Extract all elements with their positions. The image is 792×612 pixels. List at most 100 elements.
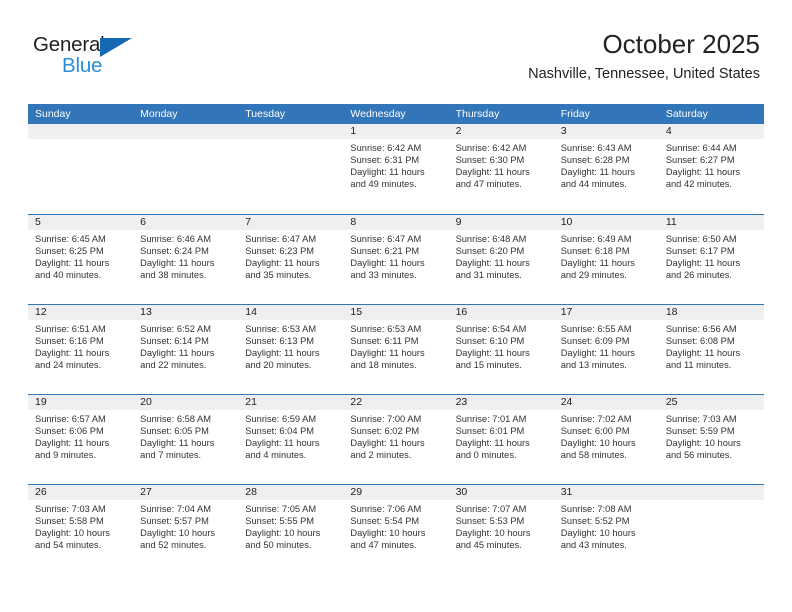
calendar-day-cell[interactable]: 11 Sunrise: 6:50 AM Sunset: 6:17 PM Dayligh… [658,215,764,304]
calendar-day-cell[interactable]: 31 Sunrise: 7:08 AM Sunset: 5:52 PM Dayligh… [553,485,659,574]
day-sun-info: Sunrise: 6:49 AM Sunset: 6:18 PM Daylight:… [554,230,659,281]
day-info-line: and 50 minutes. [245,540,312,551]
day-sun-info: Sunrise: 6:42 AM Sunset: 6:30 PM Daylight:… [449,139,554,190]
calendar-day-cell[interactable]: 6 Sunrise: 6:46 AM Sunset: 6:24 PM Daylight… [133,215,239,304]
day-sun-info: Sunrise: 6:57 AM Sunset: 6:06 PM Daylight:… [28,410,133,461]
calendar-day-cell[interactable]: 4 Sunrise: 6:44 AM Sunset: 6:27 PM Daylight… [658,124,764,214]
day-sun-info: Sunrise: 6:45 AM Sunset: 6:25 PM Daylight:… [28,230,133,281]
calendar-day-cell[interactable]: 19 Sunrise: 6:57 AM Sunset: 6:06 PM Dayligh… [28,395,134,484]
page-subtitle: Nashville, Tennessee, United States [528,66,760,82]
weekday-header-row: Sunday Monday Tuesday Wednesday Thursday Frid… [28,104,764,124]
day-number: 15 [343,305,449,320]
general-blue-logo: General Blue [33,34,153,80]
weekday-header-saturday: Saturday [665,108,708,120]
day-info-line: Sunrise: 6:48 AM [455,234,527,244]
calendar-day-cell[interactable]: 2 Sunrise: 6:42 AM Sunset: 6:30 PM Daylight… [448,124,554,214]
calendar-day-cell[interactable]: 24 Sunrise: 7:02 AM Sunset: 6:00 PM Dayligh… [553,395,659,484]
calendar-weeks: 1 Sunrise: 6:42 AM Sunset: 6:31 PM Daylight… [28,124,764,574]
calendar-day-cell[interactable]: 18 Sunrise: 6:56 AM Sunset: 6:08 PM Dayligh… [658,305,764,394]
day-number: 25 [658,395,764,410]
calendar-day-cell[interactable]: 9 Sunrise: 6:48 AM Sunset: 6:20 PM Daylight… [448,215,554,304]
calendar-day-cell[interactable]: 27 Sunrise: 7:04 AM Sunset: 5:57 PM Dayligh… [133,485,239,574]
day-info-line: Sunset: 6:24 PM [140,246,209,257]
day-number: 1 [343,124,449,139]
day-sun-info [133,139,238,142]
calendar-day-cell[interactable]: 28 Sunrise: 7:05 AM Sunset: 5:55 PM Dayligh… [238,485,344,574]
day-number: 23 [448,395,554,410]
calendar-day-cell[interactable]: 3 Sunrise: 6:43 AM Sunset: 6:28 PM Daylight… [553,124,659,214]
calendar-day-cell[interactable]: 10 Sunrise: 6:49 AM Sunset: 6:18 PM Dayligh… [553,215,659,304]
calendar-day-cell[interactable]: 29 Sunrise: 7:06 AM Sunset: 5:54 PM Dayligh… [343,485,449,574]
day-info-line: and 0 minutes. [455,450,517,461]
day-info-line: Sunrise: 6:56 AM [665,324,737,334]
calendar-day-cell[interactable]: 15 Sunrise: 6:53 AM Sunset: 6:11 PM Dayligh… [343,305,449,394]
calendar-day-cell[interactable]: 8 Sunrise: 6:47 AM Sunset: 6:21 PM Daylight… [343,215,449,304]
calendar-day-cell[interactable]: 1 Sunrise: 6:42 AM Sunset: 6:31 PM Daylight… [343,124,449,214]
day-number: 22 [343,395,449,410]
calendar-day-cell[interactable]: 30 Sunrise: 7:07 AM Sunset: 5:53 PM Dayligh… [448,485,554,574]
day-number: 21 [238,395,344,410]
day-info-line: Sunset: 6:30 PM [455,155,525,166]
day-info-line: and 26 minutes. [665,270,732,281]
day-info-line: Sunset: 6:01 PM [455,426,525,437]
day-info-line: Sunrise: 7:02 AM [560,414,632,424]
day-info-line: Sunset: 6:02 PM [350,426,420,437]
calendar-day-cell[interactable]: 7 Sunrise: 6:47 AM Sunset: 6:23 PM Daylight… [238,215,344,304]
weekday-header-tuesday: Tuesday [245,108,286,120]
day-info-line: Daylight: 11 hours [560,348,635,359]
page-title: October 2025 [602,29,760,59]
day-info-line: Sunrise: 7:04 AM [140,504,211,514]
day-info-line: and 20 minutes. [245,360,312,371]
day-sun-info: Sunrise: 7:01 AM Sunset: 6:01 PM Daylight:… [449,410,554,461]
day-info-line: and 47 minutes. [455,179,522,190]
day-sun-info: Sunrise: 6:47 AM Sunset: 6:21 PM Daylight:… [343,230,448,281]
day-info-line: Daylight: 11 hours [140,348,215,359]
calendar-day-cell-empty [238,124,344,214]
calendar-day-cell[interactable]: 25 Sunrise: 7:03 AM Sunset: 5:59 PM Dayligh… [658,395,764,484]
day-sun-info: Sunrise: 7:06 AM Sunset: 5:54 PM Daylight:… [343,500,448,551]
day-sun-info: Sunrise: 7:08 AM Sunset: 5:52 PM Daylight:… [554,500,659,551]
calendar-day-cell[interactable]: 12 Sunrise: 6:51 AM Sunset: 6:16 PM Dayligh… [28,305,134,394]
day-number [658,485,764,500]
calendar-day-cell[interactable]: 16 Sunrise: 6:54 AM Sunset: 6:10 PM Dayligh… [448,305,554,394]
day-number: 7 [238,215,344,230]
day-info-line: Daylight: 11 hours [140,258,215,269]
calendar-day-cell[interactable]: 23 Sunrise: 7:01 AM Sunset: 6:01 PM Dayligh… [448,395,554,484]
calendar-day-cell[interactable]: 14 Sunrise: 6:53 AM Sunset: 6:13 PM Dayligh… [238,305,344,394]
day-info-line: Sunrise: 7:01 AM [455,414,527,424]
calendar-day-cell[interactable]: 5 Sunrise: 6:45 AM Sunset: 6:25 PM Daylight… [28,215,134,304]
day-info-line: Sunrise: 7:08 AM [560,504,632,514]
day-info-line: and 33 minutes. [350,270,417,281]
calendar-day-cell[interactable]: 20 Sunrise: 6:58 AM Sunset: 6:05 PM Dayligh… [133,395,239,484]
day-info-line: Sunrise: 6:42 AM [350,143,422,153]
calendar-day-cell[interactable]: 17 Sunrise: 6:55 AM Sunset: 6:09 PM Dayligh… [553,305,659,394]
day-info-line: Sunrise: 6:59 AM [245,414,317,424]
calendar-day-cell[interactable]: 26 Sunrise: 7:03 AM Sunset: 5:58 PM Dayligh… [28,485,134,574]
calendar-day-cell[interactable]: 21 Sunrise: 6:59 AM Sunset: 6:04 PM Dayligh… [238,395,344,484]
logo-text-blue: Blue [62,54,103,77]
calendar-day-cell[interactable]: 22 Sunrise: 7:00 AM Sunset: 6:02 PM Dayligh… [343,395,449,484]
day-sun-info: Sunrise: 7:00 AM Sunset: 6:02 PM Daylight:… [343,410,448,461]
day-sun-info: Sunrise: 6:54 AM Sunset: 6:10 PM Daylight:… [449,320,554,371]
day-info-line: Sunrise: 6:46 AM [140,234,211,244]
calendar-day-cell[interactable]: 13 Sunrise: 6:52 AM Sunset: 6:14 PM Dayligh… [133,305,239,394]
day-info-line: Sunset: 6:31 PM [350,155,420,166]
day-info-line: and 35 minutes. [245,270,312,281]
calendar-week-row: 26 Sunrise: 7:03 AM Sunset: 5:58 PM Dayligh… [28,484,764,574]
day-info-line: and 31 minutes. [455,270,522,281]
day-number: 14 [238,305,344,320]
day-info-line: Sunrise: 6:47 AM [350,234,422,244]
calendar-day-cell-empty [133,124,239,214]
day-info-line: Daylight: 10 hours [560,438,636,449]
day-info-line: Sunrise: 7:03 AM [35,504,106,514]
weekday-header-monday: Monday [140,108,178,120]
day-number: 4 [658,124,764,139]
day-info-line: and 40 minutes. [35,270,102,281]
day-info-line: and 58 minutes. [560,450,627,461]
day-info-line: Sunset: 6:25 PM [35,246,104,257]
day-number: 30 [448,485,554,500]
day-info-line: Sunset: 6:27 PM [665,155,735,166]
day-sun-info: Sunrise: 6:55 AM Sunset: 6:09 PM Daylight:… [554,320,659,371]
day-info-line: Daylight: 10 hours [560,528,636,539]
day-info-line: Sunrise: 6:51 AM [35,324,106,334]
